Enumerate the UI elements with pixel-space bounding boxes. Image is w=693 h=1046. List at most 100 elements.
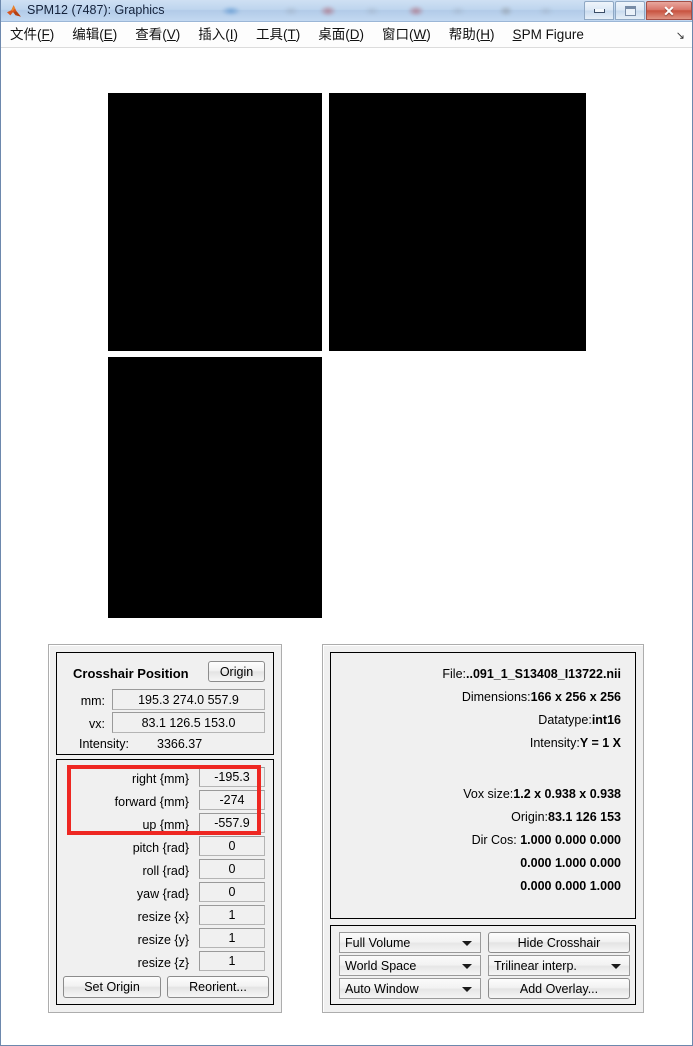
matlab-icon (7, 5, 21, 17)
menu-item-insert[interactable]: 插入(I) (189, 24, 247, 46)
menu-bar: 文件(F) 编辑(E) 查看(V) 插入(I) 工具(T) 桌面(D) 窗口(W… (1, 23, 692, 48)
menu-item-window[interactable]: 窗口(W) (373, 24, 440, 46)
file-info-panel: File:..091_1_S13408_I13722.nii Dimension… (330, 652, 636, 919)
menu-suffix-window: ) (426, 27, 431, 42)
dir-cos-row1-line: Dir Cos: 1.000 0.000 0.000 (331, 833, 621, 847)
axial-slice[interactable] (108, 357, 322, 618)
origin-value: 83.1 126 153 (548, 810, 621, 824)
close-icon: ✕ (663, 2, 675, 19)
reorient-label-resize-z: resize {z} (137, 956, 189, 970)
menu-label-desktop: 桌面( (318, 27, 350, 42)
crosshair-mm-value[interactable]: 195.3 274.0 557.9 (112, 689, 265, 710)
menu-suffix-tools: ) (295, 27, 301, 42)
intensity-scaling-value: Y = 1 X (579, 736, 621, 750)
menu-item-spm-figure[interactable]: SPM Figure (504, 24, 593, 46)
reorient-label-up-mm: up {mm} (142, 818, 189, 832)
menu-label-tools: 工具( (256, 27, 288, 42)
dimensions-line: Dimensions:166 x 256 x 256 (331, 690, 621, 704)
interp-select[interactable]: Trilinear interp. (488, 955, 630, 976)
menu-item-desktop[interactable]: 桌面(D) (309, 24, 373, 46)
datatype-value: int16 (591, 713, 621, 727)
minimize-button[interactable] (584, 1, 614, 20)
origin-line: Origin:83.1 126 153 (331, 810, 621, 824)
reorient-label-resize-y: resize {y} (137, 933, 189, 947)
window-select-label: Auto Window (345, 981, 419, 996)
vox-size-line: Vox size:1.2 x 0.938 x 0.938 (331, 787, 621, 801)
menu-label-help: 帮助( (448, 27, 481, 42)
dir-cos-row1-value: 1.000 0.000 0.000 (520, 833, 621, 847)
reorient-field-resize-z[interactable]: 1 (199, 951, 265, 971)
crosshair-vx-value[interactable]: 83.1 126.5 153.0 (112, 712, 265, 733)
menu-suffix-spm-figure: PM Figure (521, 27, 584, 42)
menu-mnemonic-edit: E (103, 27, 113, 42)
reorient-field-yaw-rad[interactable]: 0 (199, 882, 265, 902)
display-controls-panel: Full Volume World Space Auto Window Hide… (330, 925, 636, 1005)
datatype-key: Datatype: (538, 713, 592, 727)
vox-size-key: Vox size: (463, 787, 514, 801)
menu-mnemonic-file: F (41, 27, 50, 42)
menu-item-edit[interactable]: 编辑(E) (63, 24, 126, 46)
reorient-field-forward-mm[interactable]: -274 (199, 790, 265, 810)
reorient-field-resize-x[interactable]: 1 (199, 905, 265, 925)
chevron-down-icon (611, 963, 621, 969)
reorient-field-right-mm[interactable]: -195.3 (199, 767, 265, 787)
window-title: SPM12 (7487): Graphics (27, 3, 165, 17)
reorient-field-pitch-rad[interactable]: 0 (199, 836, 265, 856)
menu-mnemonic-desktop: D (349, 27, 360, 42)
menu-label-edit: 编辑( (72, 27, 104, 42)
menu-label-window: 窗口( (382, 27, 414, 42)
crosshair-intensity-value: 3366.37 (157, 737, 203, 751)
hide-crosshair-button[interactable]: Hide Crosshair (488, 932, 630, 953)
reorient-label-roll-rad: roll {rad} (142, 864, 189, 878)
menu-label-view: 查看( (135, 27, 167, 42)
window-buttons: ✕ (583, 1, 692, 20)
dir-cos-row2-line: 0.000 1.000 0.000 (520, 856, 621, 870)
menu-item-file[interactable]: 文件(F) (1, 24, 63, 46)
reorient-field-resize-y[interactable]: 1 (199, 928, 265, 948)
menu-suffix-file: ) (49, 27, 55, 42)
dir-cos-key: Dir Cos: (471, 833, 521, 847)
crosshair-vx-label: vx: (89, 717, 105, 731)
chevron-down-icon (462, 940, 472, 946)
origin-button[interactable]: Origin (208, 661, 265, 682)
reorient-label-forward-mm: forward {mm} (114, 795, 189, 809)
chevron-down-icon (462, 963, 472, 969)
menu-expander-icon[interactable]: ↘ (676, 29, 685, 42)
file-name-key: File: (442, 667, 466, 681)
menu-mnemonic-spm-figure: S (512, 27, 522, 42)
add-overlay-button[interactable]: Add Overlay... (488, 978, 630, 999)
intensity-scaling-line: Intensity:Y = 1 X (331, 736, 621, 750)
minimize-icon (593, 8, 605, 13)
reorient-label-resize-x: resize {x} (137, 910, 189, 924)
crosshair-mm-label: mm: (80, 694, 105, 708)
chevron-down-icon (462, 986, 472, 992)
coronal-slice[interactable] (329, 93, 586, 351)
crosshair-intensity-label: Intensity: (78, 737, 129, 751)
window-select[interactable]: Auto Window (339, 978, 481, 999)
volume-select[interactable]: Full Volume (339, 932, 481, 953)
reorient-button[interactable]: Reorient... (167, 976, 269, 998)
origin-key: Origin: (511, 810, 548, 824)
space-select-label: World Space (345, 958, 417, 973)
sagittal-slice[interactable] (108, 93, 322, 351)
space-select[interactable]: World Space (339, 955, 481, 976)
menu-item-help[interactable]: 帮助(H) (440, 24, 504, 46)
menu-item-tools[interactable]: 工具(T) (247, 24, 309, 46)
crosshair-position-panel: Crosshair Position Origin mm: 195.3 274.… (56, 652, 274, 755)
file-name-line: File:..091_1_S13408_I13722.nii (331, 667, 621, 681)
spm-graphics-window: SPM12 (7487): Graphics ✕ 文件(F) 编辑(E) 查看(… (0, 0, 693, 1046)
set-origin-button[interactable]: Set Origin (63, 976, 161, 998)
background-taskbar-blur (176, 0, 576, 22)
reorient-field-roll-rad[interactable]: 0 (199, 859, 265, 879)
menu-mnemonic-view: V (166, 27, 176, 42)
menu-suffix-help: ) (490, 27, 495, 42)
close-button[interactable]: ✕ (646, 1, 692, 20)
vox-size-value: 1.2 x 0.938 x 0.938 (513, 787, 621, 801)
reorient-field-up-mm[interactable]: -557.9 (199, 813, 265, 833)
menu-mnemonic-tools: T (287, 27, 296, 42)
menu-suffix-view: ) (175, 27, 181, 42)
menu-mnemonic-help: H (480, 27, 491, 42)
menu-item-view[interactable]: 查看(V) (126, 24, 189, 46)
maximize-button[interactable] (615, 1, 645, 20)
menu-mnemonic-window: W (413, 27, 427, 42)
